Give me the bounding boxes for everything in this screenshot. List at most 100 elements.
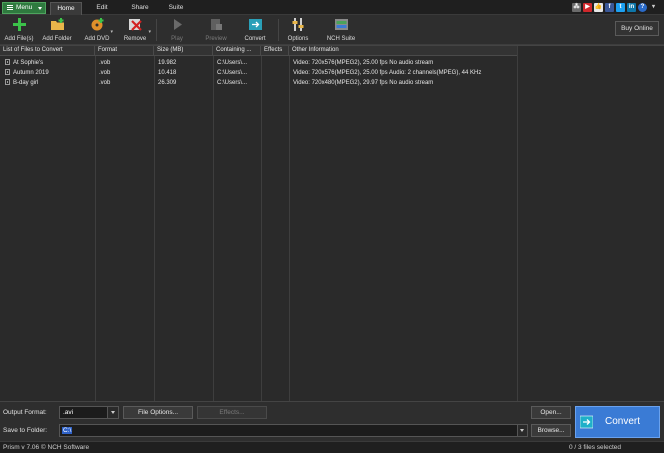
format-cell: .vob bbox=[99, 80, 111, 86]
column-header-size[interactable]: Size (MB) bbox=[154, 46, 213, 56]
add-dvd-label: Add DVD bbox=[84, 36, 110, 42]
table-row[interactable]: Autumn 2019 .vob 10.418 C:\Users\... Vid… bbox=[0, 69, 517, 77]
tab-suite[interactable]: Suite bbox=[162, 2, 190, 15]
column-header-name[interactable]: List of Files to Convert bbox=[0, 46, 95, 56]
add-folder-label: Add Folder bbox=[42, 36, 72, 42]
output-format-select[interactable]: .avi bbox=[59, 406, 119, 419]
toolbar: Add File(s) Add Folder Add DVD ▾ Remove … bbox=[0, 15, 664, 45]
file-name-cell: B-day girl bbox=[3, 79, 95, 87]
effects-button[interactable]: Effects... bbox=[197, 406, 267, 419]
file-icon bbox=[5, 59, 10, 65]
nch-suite-label: NCH Suite bbox=[326, 36, 356, 42]
chevron-down-icon: ▾ bbox=[148, 29, 151, 35]
dropdown-arrow-icon[interactable]: ▾ bbox=[649, 3, 658, 12]
file-name-cell: At Sophie's bbox=[3, 59, 95, 67]
chevron-down-icon: ▾ bbox=[110, 29, 113, 35]
remove-icon bbox=[128, 19, 142, 31]
convert-icon bbox=[580, 415, 593, 429]
file-name-cell: Autumn 2019 bbox=[3, 69, 95, 77]
size-cell: 26.309 bbox=[158, 80, 177, 86]
info-cell: Video: 720x576(MPEG2), 25.00 fps Audio: … bbox=[293, 70, 482, 76]
save-folder-value: C:\ bbox=[62, 427, 73, 434]
file-list[interactable]: List of Files to Convert Format Size (MB… bbox=[0, 45, 664, 402]
size-cell: 19.982 bbox=[158, 60, 177, 66]
effects-cell bbox=[263, 79, 289, 87]
play-button[interactable]: Play bbox=[162, 17, 192, 44]
add-folder-button[interactable]: Add Folder bbox=[40, 17, 74, 44]
social-links: ⁂ ▶ 👍 f t in ? ▾ bbox=[572, 3, 658, 12]
save-folder-label: Save to Folder: bbox=[3, 427, 48, 434]
nch-suite-button[interactable]: NCH Suite bbox=[322, 17, 360, 44]
table-row[interactable]: At Sophie's .vob 19.982 C:\Users\... Vid… bbox=[0, 59, 517, 67]
buy-online-button[interactable]: Buy Online bbox=[615, 21, 659, 36]
save-folder-input[interactable]: C:\ bbox=[59, 424, 528, 437]
options-button[interactable]: Options bbox=[282, 17, 314, 44]
plus-icon bbox=[12, 18, 26, 31]
convert-button-label: Convert bbox=[604, 416, 640, 427]
folder-cell: C:\Users\... bbox=[217, 60, 248, 66]
folder-cell: C:\Users\... bbox=[217, 80, 248, 86]
table-row[interactable]: B-day girl .vob 26.309 C:\Users\... Vide… bbox=[0, 79, 517, 87]
chevron-down-icon bbox=[38, 7, 42, 10]
column-dividers bbox=[0, 56, 517, 402]
add-dvd-button[interactable]: Add DVD ▾ bbox=[80, 17, 114, 44]
thumbs-up-icon[interactable]: 👍 bbox=[594, 3, 603, 12]
file-icon bbox=[5, 79, 10, 85]
menu-tabs-bar: Menu Home Edit Share Suite ⁂ ▶ 👍 f t in … bbox=[0, 0, 664, 15]
column-header-format[interactable]: Format bbox=[95, 46, 154, 56]
options-label: Options bbox=[287, 36, 309, 42]
twitter-icon[interactable]: t bbox=[616, 3, 625, 12]
file-name: Autumn 2019 bbox=[13, 70, 49, 76]
file-list-header: List of Files to Convert Format Size (MB… bbox=[0, 46, 517, 56]
help-icon[interactable]: ? bbox=[638, 3, 647, 12]
output-format-dropdown[interactable] bbox=[107, 407, 118, 418]
file-name: B-day girl bbox=[13, 80, 39, 86]
preview-button[interactable]: Preview bbox=[200, 17, 232, 44]
info-cell: Video: 720x480(MPEG2), 29.97 fps No audi… bbox=[293, 80, 434, 86]
menu-label: Menu bbox=[16, 4, 33, 11]
folder-cell: C:\Users\... bbox=[217, 70, 248, 76]
convert-icon bbox=[248, 19, 262, 30]
browse-button[interactable]: Browse... bbox=[531, 424, 571, 437]
tab-edit[interactable]: Edit bbox=[88, 2, 116, 15]
output-format-label: Output Format: bbox=[3, 409, 47, 416]
effects-cell bbox=[263, 69, 289, 77]
output-format-value: .avi bbox=[63, 409, 74, 416]
remove-button[interactable]: Remove ▾ bbox=[118, 17, 152, 44]
menu-button[interactable]: Menu bbox=[2, 2, 46, 14]
save-folder-dropdown[interactable] bbox=[517, 425, 527, 436]
output-panel: Output Format: .avi File Options... Effe… bbox=[0, 401, 664, 441]
size-cell: 10.418 bbox=[158, 70, 177, 76]
play-label: Play bbox=[171, 36, 183, 42]
format-cell: .vob bbox=[99, 60, 111, 66]
convert-button[interactable]: Convert bbox=[575, 406, 660, 438]
preview-label: Preview bbox=[205, 36, 227, 42]
hamburger-icon bbox=[7, 4, 13, 10]
column-header-info[interactable]: Other Information bbox=[289, 46, 517, 56]
status-version: Prism v 7.06 © NCH Software bbox=[3, 444, 90, 451]
flickr-icon[interactable]: ⁂ bbox=[572, 3, 581, 12]
format-cell: .vob bbox=[99, 70, 111, 76]
open-button[interactable]: Open... bbox=[531, 406, 571, 419]
tab-share[interactable]: Share bbox=[126, 2, 154, 15]
toolbar-separator bbox=[278, 19, 279, 41]
convert-toolbar-button[interactable]: Convert bbox=[238, 17, 272, 44]
dvd-icon bbox=[91, 18, 103, 31]
tab-home[interactable]: Home bbox=[50, 2, 82, 15]
facebook-icon[interactable]: f bbox=[605, 3, 614, 12]
column-header-folder[interactable]: Containing ... bbox=[213, 46, 261, 56]
add-files-label: Add File(s) bbox=[4, 36, 34, 42]
folder-icon bbox=[50, 18, 64, 30]
status-selection-count: 0 / 3 files selected bbox=[568, 444, 621, 451]
column-header-effects[interactable]: Effects bbox=[261, 46, 289, 56]
convert-toolbar-label: Convert bbox=[244, 36, 266, 42]
youtube-icon[interactable]: ▶ bbox=[583, 3, 592, 12]
linkedin-icon[interactable]: in bbox=[627, 3, 636, 12]
file-options-button[interactable]: File Options... bbox=[123, 406, 193, 419]
list-right-divider bbox=[517, 46, 518, 402]
chevron-down-icon bbox=[520, 429, 524, 432]
effects-cell bbox=[263, 59, 289, 67]
play-icon bbox=[173, 19, 182, 30]
add-files-button[interactable]: Add File(s) bbox=[2, 17, 36, 44]
status-bar: Prism v 7.06 © NCH Software 0 / 3 files … bbox=[0, 441, 664, 453]
